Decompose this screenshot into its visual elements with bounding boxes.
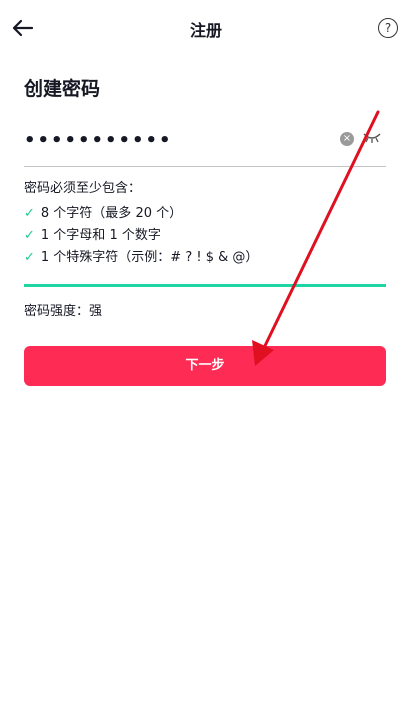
password-value[interactable]: ••••••••••• xyxy=(24,130,173,151)
next-button[interactable]: 下一步 xyxy=(24,346,386,386)
strength-label: 密码强度：强 xyxy=(24,304,103,319)
top-bar: 注册 ? xyxy=(0,0,412,56)
requirement-text: 8 个字符（最多 20 个） xyxy=(40,206,183,221)
clear-icon[interactable]: × xyxy=(340,132,354,146)
requirement-item: ✓ 1 个字母和 1 个数字 xyxy=(24,224,161,243)
password-field[interactable]: ••••••••••• × xyxy=(24,120,386,167)
help-icon[interactable]: ? xyxy=(378,18,398,38)
requirement-item: ✓ 1 个特殊字符（示例：# ? ! $ & @） xyxy=(24,246,258,265)
requirement-text: 1 个特殊字符（示例：# ? ! $ & @） xyxy=(40,250,259,265)
page-title: 注册 xyxy=(189,21,222,40)
check-icon: ✓ xyxy=(24,228,35,243)
requirements-title: 密码必须至少包含： xyxy=(24,181,142,196)
eye-closed-icon[interactable] xyxy=(362,130,382,144)
strength-bar xyxy=(24,284,386,287)
requirement-item: ✓ 8 个字符（最多 20 个） xyxy=(24,202,182,221)
check-icon: ✓ xyxy=(24,250,35,265)
create-password-heading: 创建密码 xyxy=(24,78,101,100)
requirement-text: 1 个字母和 1 个数字 xyxy=(40,228,161,243)
check-icon: ✓ xyxy=(24,206,35,221)
